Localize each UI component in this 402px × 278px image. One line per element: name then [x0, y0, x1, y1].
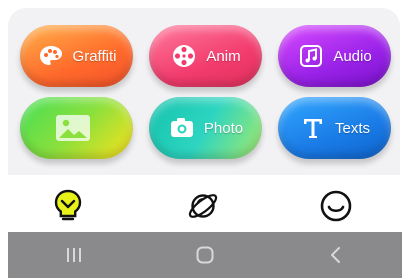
image-button[interactable]	[20, 97, 133, 159]
home-icon[interactable]	[175, 235, 235, 275]
text-t-icon	[299, 114, 327, 142]
graffiti-button[interactable]: Graffiti	[20, 25, 133, 87]
music-note-icon	[297, 42, 325, 70]
audio-button[interactable]: Audio	[278, 25, 391, 87]
photo-button[interactable]: Photo	[149, 97, 262, 159]
film-reel-icon	[170, 42, 198, 70]
texts-button[interactable]: Texts	[278, 97, 391, 159]
back-icon[interactable]	[306, 235, 366, 275]
audio-label: Audio	[333, 47, 372, 65]
camera-icon	[168, 114, 196, 142]
texts-label: Texts	[334, 119, 370, 137]
photo-label: Photo	[203, 119, 244, 137]
graffiti-label: Graffiti	[72, 47, 117, 65]
planet-icon[interactable]	[185, 188, 221, 224]
lightbulb-icon[interactable]	[50, 188, 86, 224]
system-nav-bar	[8, 232, 402, 278]
anim-button[interactable]: Anim	[149, 25, 262, 87]
palette-icon	[37, 42, 65, 70]
smiley-icon[interactable]	[318, 188, 354, 224]
image-icon	[55, 113, 91, 143]
anim-label: Anim	[206, 47, 241, 65]
recent-apps-icon[interactable]	[44, 235, 104, 275]
